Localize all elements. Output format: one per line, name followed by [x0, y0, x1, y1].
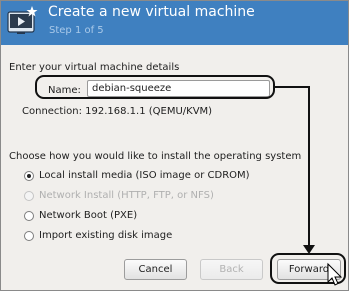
import-disk-label: Import existing disk image [39, 230, 173, 241]
name-field-highlight [35, 75, 275, 99]
network-install-label: Network Install (HTTP, FTP, or NFS) [39, 190, 214, 201]
cancel-button[interactable]: Cancel [124, 259, 187, 280]
connection-info: Connection: 192.168.1.1 (QEMU/KVM) [22, 106, 213, 117]
network-boot-radio[interactable] [24, 211, 34, 221]
wizard-banner: Create a new virtual machine Step 1 of 5 [1, 1, 348, 45]
new-vm-dialog: Create a new virtual machine Step 1 of 5… [0, 0, 349, 291]
local-media-label: Local install media (ISO image or CDROM) [39, 170, 250, 181]
back-button: Back [200, 259, 263, 280]
network-install-radio [24, 191, 34, 201]
wizard-title: Create a new virtual machine [48, 4, 255, 20]
forward-button-highlight [270, 253, 346, 284]
wizard-step-indicator: Step 1 of 5 [49, 25, 104, 36]
local-media-radio[interactable] [24, 171, 34, 181]
install-method-heading: Choose how you would like to install the… [9, 151, 302, 162]
network-boot-label: Network Boot (PXE) [39, 210, 138, 221]
vm-details-heading: Enter your virtual machine details [9, 62, 180, 73]
virtual-machine-wizard-icon [7, 6, 38, 34]
import-disk-radio[interactable] [24, 231, 34, 241]
